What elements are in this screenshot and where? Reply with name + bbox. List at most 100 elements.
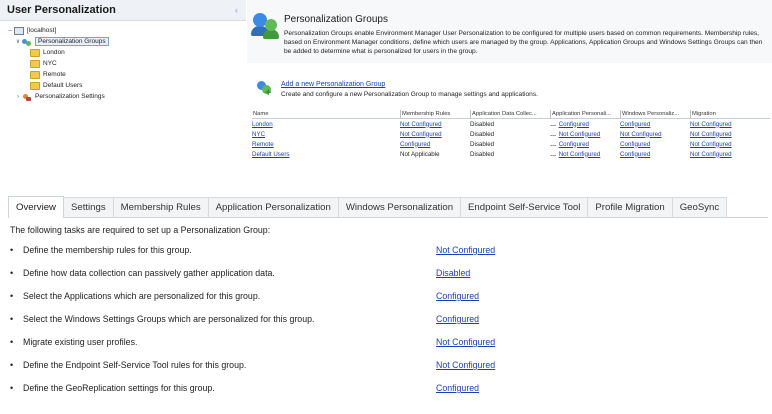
tree-node-remote[interactable]: Remote <box>0 69 246 80</box>
groups-table: Name Membership Rules Application Data C… <box>252 110 770 159</box>
ellipsis-button[interactable]: … <box>550 141 556 148</box>
tab-membership-rules[interactable]: Membership Rules <box>112 197 209 217</box>
migration-link[interactable]: Not Configured <box>690 151 732 158</box>
ellipsis-button[interactable]: … <box>550 121 556 128</box>
table-row[interactable]: Default Users Not Applicable Disabled … N… <box>252 149 770 159</box>
column-header[interactable]: Migration <box>690 110 770 118</box>
windows-personalization-link[interactable]: Configured <box>620 141 650 148</box>
table-header: Name Membership Rules Application Data C… <box>252 110 770 119</box>
task-status-link[interactable]: Not Configured <box>436 360 495 370</box>
chevron-right-icon[interactable]: › <box>14 94 22 100</box>
column-header[interactable]: Name <box>252 110 400 118</box>
task-text: Define the GeoReplication settings for t… <box>23 383 215 393</box>
task-status-link[interactable]: Configured <box>436 314 479 324</box>
column-header[interactable]: Windows Personaliz... <box>620 110 690 118</box>
ellipsis-button[interactable]: … <box>550 151 556 158</box>
folder-icon <box>30 59 40 68</box>
tab-endpoint-self-service-tool[interactable]: Endpoint Self-Service Tool <box>460 197 589 217</box>
tab-profile-migration[interactable]: Profile Migration <box>587 197 673 217</box>
tree-header: User Personalization ‹ <box>0 0 246 21</box>
tree-node-london[interactable]: London <box>0 47 246 58</box>
app-personalization-link[interactable]: Not Configured <box>559 131 601 138</box>
tree-node-personalization-settings[interactable]: › Personalization Settings <box>0 91 246 102</box>
tab-settings[interactable]: Settings <box>62 197 114 217</box>
bullet: • <box>10 383 14 393</box>
bullet: • <box>10 360 14 370</box>
membership-rules-link[interactable]: Not Configured <box>400 121 442 128</box>
migration-link[interactable]: Not Configured <box>690 131 732 138</box>
bullet: • <box>10 291 14 301</box>
overview-panel: Overview Settings Membership Rules Appli… <box>0 186 772 414</box>
tree-node-nyc[interactable]: NYC <box>0 58 246 69</box>
folder-icon <box>30 48 40 57</box>
membership-rules-link[interactable]: Not Configured <box>400 131 442 138</box>
column-header[interactable]: Application Data Collec... <box>470 110 550 118</box>
tree-node-label: Personalization Settings <box>35 93 105 100</box>
windows-personalization-link[interactable]: Not Configured <box>620 131 662 138</box>
task-status-link[interactable]: Configured <box>436 291 479 301</box>
app-personalization-link[interactable]: Configured <box>559 121 589 128</box>
chevron-left-icon[interactable]: ‹ <box>235 5 238 15</box>
settings-icon <box>22 93 32 101</box>
tree-node-default-users[interactable]: Default Users <box>0 80 246 91</box>
task-status-link[interactable]: Disabled <box>436 268 470 278</box>
group-name-link[interactable]: NYC <box>252 131 265 138</box>
chevron-down-icon[interactable]: ∨ <box>14 38 22 45</box>
task-item: • Migrate existing user profiles. Not Co… <box>10 335 750 349</box>
task-status-link[interactable]: Configured <box>436 383 479 393</box>
folder-icon <box>30 70 40 79</box>
tab-geosync[interactable]: GeoSync <box>671 197 728 217</box>
intro-title: Personalization Groups <box>284 14 388 25</box>
collapse-arrow-icon[interactable]: – <box>6 28 14 34</box>
migration-link[interactable]: Not Configured <box>690 141 732 148</box>
windows-personalization-link[interactable]: Configured <box>620 151 650 158</box>
task-item: • Select the Applications which are pers… <box>10 289 750 303</box>
bullet: • <box>10 245 14 255</box>
group-name-link[interactable]: Default Users <box>252 151 289 158</box>
task-item: • Define the membership rules for this g… <box>10 243 750 257</box>
table-row[interactable]: NYC Not Configured Disabled … Not Configu… <box>252 129 770 139</box>
tab-application-personalization[interactable]: Application Personalization <box>207 197 339 217</box>
data-collection-value: Disabled <box>470 140 495 148</box>
table-row[interactable]: London Not Configured Disabled … Configur… <box>252 119 770 129</box>
task-item: • Select the Windows Settings Groups whi… <box>10 312 750 326</box>
tree-node-label: [localhost] <box>27 27 57 34</box>
tree-node-label: Remote <box>43 71 66 78</box>
tree-node-personalization-groups[interactable]: ∨ Personalization Groups <box>0 36 246 47</box>
table-row[interactable]: Remote Configured Disabled … Configured C… <box>252 139 770 149</box>
users-group-icon <box>251 13 279 39</box>
group-name-link[interactable]: London <box>252 121 273 128</box>
task-text: Select the Applications which are person… <box>23 291 261 301</box>
membership-rules-link[interactable]: Configured <box>400 141 430 148</box>
task-status-link[interactable]: Not Configured <box>436 245 495 255</box>
column-header[interactable]: Application Personali... <box>550 110 620 118</box>
data-collection-value: Disabled <box>470 120 495 128</box>
migration-link[interactable]: Not Configured <box>690 121 732 128</box>
bullet: • <box>10 314 14 324</box>
bullet: • <box>10 268 14 278</box>
tab-windows-personalization[interactable]: Windows Personalization <box>337 197 462 217</box>
folder-icon <box>30 81 40 90</box>
task-item: • Define the Endpoint Self-Service Tool … <box>10 358 750 372</box>
task-text: Define the membership rules for this gro… <box>23 245 192 255</box>
add-group-icon[interactable]: + <box>257 81 273 99</box>
task-status-link[interactable]: Not Configured <box>436 337 495 347</box>
task-item: • Define how data collection can passive… <box>10 266 750 280</box>
intro-description: Personalization Groups enable Environmen… <box>284 30 763 55</box>
ellipsis-button[interactable]: … <box>550 131 556 138</box>
task-text: Define the Endpoint Self-Service Tool ru… <box>23 360 247 370</box>
tree-node-localhost[interactable]: – [localhost] <box>0 25 246 36</box>
tree-node-label: Default Users <box>43 82 83 89</box>
app-personalization-link[interactable]: Configured <box>559 141 589 148</box>
navigation-tree: – [localhost] ∨ Personalization Groups L… <box>0 21 246 102</box>
group-name-link[interactable]: Remote <box>252 141 274 148</box>
membership-rules-value: Not Applicable <box>400 150 440 158</box>
add-group-link[interactable]: Add a new Personalization Group <box>281 81 385 88</box>
tree-node-label: Personalization Groups <box>35 37 109 46</box>
add-group-description: Create and configure a new Personalizati… <box>281 91 538 98</box>
windows-personalization-link[interactable]: Configured <box>620 121 650 128</box>
app-personalization-link[interactable]: Not Configured <box>559 151 601 158</box>
data-collection-value: Disabled <box>470 150 495 158</box>
column-header[interactable]: Membership Rules <box>400 110 470 118</box>
tab-overview[interactable]: Overview <box>8 196 64 218</box>
